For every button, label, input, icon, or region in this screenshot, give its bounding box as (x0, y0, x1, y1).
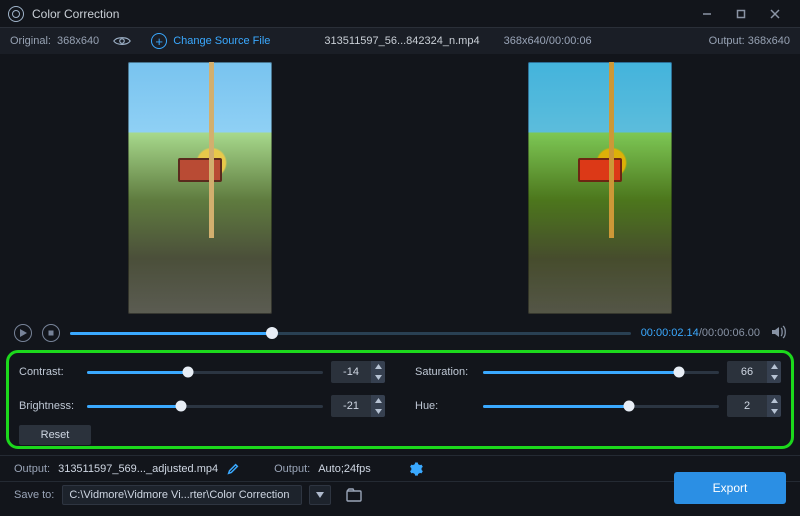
saturation-down[interactable] (767, 372, 781, 383)
hue-value: 2 (727, 395, 767, 417)
timeline-slider[interactable] (70, 332, 631, 335)
output-settings-icon[interactable] (409, 462, 423, 476)
brightness-row: Brightness: -21 (19, 395, 385, 417)
open-folder-button[interactable] (343, 485, 365, 505)
output-file-name: 313511597_569..._adjusted.mp4 (58, 463, 218, 475)
contrast-label: Contrast: (19, 366, 79, 378)
saturation-spinner[interactable]: 66 (727, 361, 781, 383)
plus-icon: + (151, 33, 167, 49)
original-dimensions: 368x640 (57, 35, 99, 47)
stop-button[interactable] (42, 324, 60, 342)
output-dimensions: 368x640 (748, 35, 790, 47)
title-bar: Color Correction (0, 0, 800, 28)
timeline-time: 00:00:02.14/00:00:06.00 (641, 327, 760, 339)
saturation-label: Saturation: (415, 366, 475, 378)
output-format-label: Output: (274, 463, 310, 475)
edit-output-name-icon[interactable] (226, 462, 240, 476)
hue-label: Hue: (415, 400, 475, 412)
output-file-label: Output: (14, 463, 50, 475)
save-path-text: C:\Vidmore\Vidmore Vi...rter\Color Corre… (69, 489, 289, 501)
preview-row (0, 54, 800, 322)
output-format-value: Auto;24fps (318, 463, 371, 475)
contrast-value: -14 (331, 361, 371, 383)
brightness-slider[interactable] (87, 405, 323, 408)
saturation-row: Saturation: 66 (415, 361, 781, 383)
current-time: 00:00:02.14 (641, 327, 699, 339)
window-minimize-button[interactable] (690, 4, 724, 24)
app-logo-icon (8, 6, 24, 22)
hue-spinner[interactable]: 2 (727, 395, 781, 417)
duration-time: 00:00:06.00 (702, 327, 760, 339)
source-meta: 368x640/00:00:06 (504, 35, 592, 47)
original-preview (0, 58, 400, 318)
source-file-name: 313511597_56...842324_n.mp4 (324, 35, 479, 47)
output-preview (400, 58, 800, 318)
contrast-row: Contrast: -14 (19, 361, 385, 383)
timeline: 00:00:02.14/00:00:06.00 (0, 322, 800, 344)
hue-slider[interactable] (483, 405, 719, 408)
save-row: Save to: C:\Vidmore\Vidmore Vi...rter\Co… (0, 481, 800, 507)
save-path-field[interactable]: C:\Vidmore\Vidmore Vi...rter\Color Corre… (62, 485, 302, 505)
output-label: Output: (709, 35, 745, 47)
window-maximize-button[interactable] (724, 4, 758, 24)
save-to-label: Save to: (14, 489, 54, 501)
brightness-value: -21 (331, 395, 371, 417)
volume-button[interactable] (770, 324, 786, 343)
contrast-slider[interactable] (87, 371, 323, 374)
brightness-spinner[interactable]: -21 (331, 395, 385, 417)
hue-down[interactable] (767, 406, 781, 417)
contrast-spinner[interactable]: -14 (331, 361, 385, 383)
contrast-up[interactable] (371, 361, 385, 372)
save-path-dropdown[interactable] (309, 485, 331, 505)
info-bar: Original: 368x640 + Change Source File 3… (0, 28, 800, 54)
timeline-thumb[interactable] (266, 327, 278, 339)
preview-toggle-icon[interactable] (113, 35, 131, 47)
brightness-label: Brightness: (19, 400, 79, 412)
output-thumbnail (528, 62, 672, 314)
hue-up[interactable] (767, 395, 781, 406)
export-button[interactable]: Export (674, 472, 786, 504)
window-close-button[interactable] (758, 4, 792, 24)
saturation-up[interactable] (767, 361, 781, 372)
original-thumbnail (128, 62, 272, 314)
app-title: Color Correction (32, 7, 119, 21)
saturation-slider[interactable] (483, 371, 719, 374)
brightness-down[interactable] (371, 406, 385, 417)
change-source-label: Change Source File (173, 35, 270, 47)
original-label: Original: (10, 35, 51, 47)
change-source-button[interactable]: + Change Source File (151, 33, 270, 49)
hue-row: Hue: 2 (415, 395, 781, 417)
saturation-value: 66 (727, 361, 767, 383)
contrast-down[interactable] (371, 372, 385, 383)
adjustments-panel: Contrast: -14 Saturation: 66 Brightness:… (6, 350, 794, 449)
play-button[interactable] (14, 324, 32, 342)
reset-button[interactable]: Reset (19, 425, 91, 445)
brightness-up[interactable] (371, 395, 385, 406)
